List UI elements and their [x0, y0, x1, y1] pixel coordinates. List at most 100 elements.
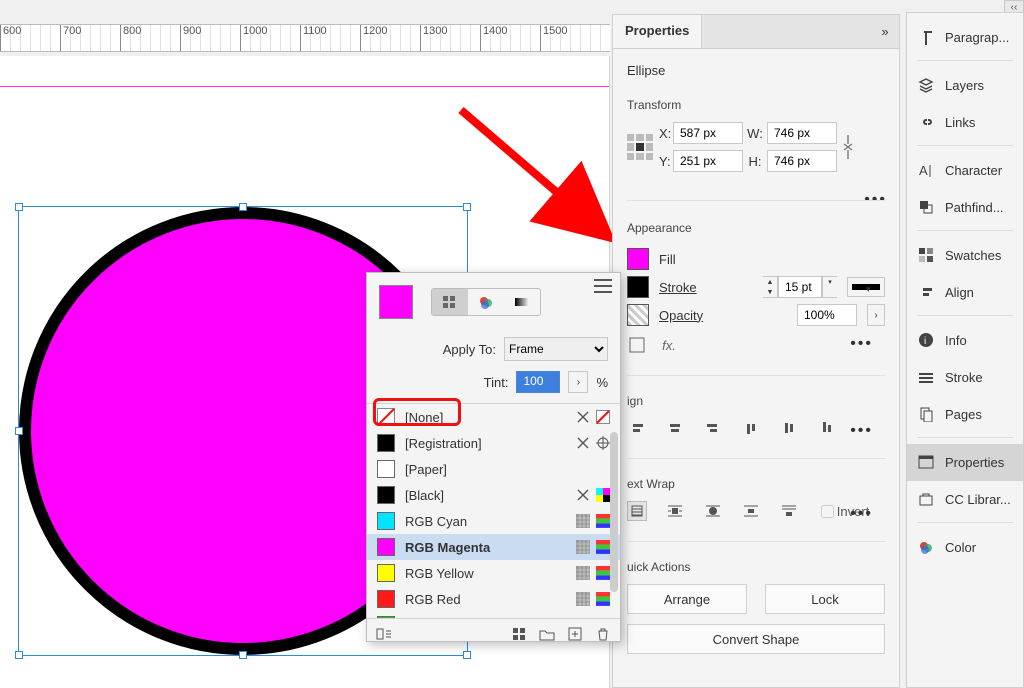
fill-swatch[interactable]	[627, 248, 649, 270]
opacity-stepper-icon[interactable]: ›	[867, 304, 885, 326]
wrap-bbox-icon[interactable]	[665, 501, 685, 521]
resize-handle[interactable]	[239, 203, 247, 211]
gradient-view-icon[interactable]	[504, 289, 540, 315]
opacity-input[interactable]	[797, 304, 857, 326]
divider	[917, 230, 1013, 231]
align-bottom-icon[interactable]	[817, 418, 837, 438]
swatch-row[interactable]: [None]	[367, 404, 620, 430]
align-right-icon[interactable]	[703, 418, 723, 438]
apply-to-select[interactable]: Frame	[504, 337, 608, 361]
new-folder-icon[interactable]	[538, 625, 556, 643]
swatch-list[interactable]: [None][Registration][Paper] [Black] RGB Cy…	[367, 403, 620, 619]
swatch-row[interactable]: [Registration]	[367, 430, 620, 456]
wrap-shape-icon[interactable]	[703, 501, 723, 521]
resize-handle[interactable]	[15, 427, 23, 435]
reference-point-grid[interactable]	[627, 134, 653, 160]
trash-icon[interactable]	[594, 625, 612, 643]
sidebar-item-paragrap-[interactable]: Paragrap...	[907, 19, 1023, 56]
swatch-meta-icon	[576, 540, 590, 554]
stroke-style-dropdown[interactable]: ▾	[847, 277, 885, 297]
links-icon	[917, 113, 935, 131]
swatch-row[interactable]: RGB Cyan	[367, 508, 620, 534]
opacity-swatch[interactable]	[627, 304, 649, 326]
swatch-options-icon[interactable]	[375, 625, 393, 643]
tint-input[interactable]: 100	[516, 371, 560, 393]
swatch-view-segmented[interactable]	[431, 288, 541, 316]
align-top-icon[interactable]	[741, 418, 761, 438]
lock-button[interactable]: Lock	[765, 584, 885, 614]
stroke-weight-input[interactable]	[778, 276, 822, 298]
properties-tab[interactable]: Properties	[613, 15, 702, 48]
stroke-label[interactable]: Stroke	[659, 280, 697, 295]
align-left-icon[interactable]	[627, 418, 647, 438]
sidebar-item-swatches[interactable]: Swatches	[907, 237, 1023, 274]
more-options-icon[interactable]: •••	[615, 335, 873, 355]
color-picker-icon[interactable]	[468, 289, 504, 315]
stroke-swatch[interactable]	[627, 276, 649, 298]
y-input[interactable]	[673, 150, 743, 172]
panel-menu-icon[interactable]	[594, 279, 612, 293]
new-color-group-icon[interactable]	[510, 625, 528, 643]
horizontal-ruler: 600 700 800 900 1000 1100 1200 1300 1400…	[0, 24, 610, 52]
jump-object-icon[interactable]	[741, 501, 761, 521]
resize-handle[interactable]	[15, 651, 23, 659]
more-options-icon[interactable]: •••	[850, 422, 873, 442]
sidebar-item-stroke[interactable]: Stroke	[907, 359, 1023, 396]
jump-column-icon[interactable]	[779, 501, 799, 521]
sidebar-item-info[interactable]: iInfo	[907, 322, 1023, 359]
no-wrap-icon[interactable]	[627, 501, 647, 521]
swatch-color-box	[377, 434, 395, 452]
sidebar-item-character[interactable]: ACharacter	[907, 152, 1023, 189]
swatch-row[interactable]: RGB Green	[367, 612, 620, 619]
stroke-icon	[917, 368, 935, 386]
tint-stepper-icon[interactable]: ›	[568, 371, 588, 393]
w-label: W:	[743, 126, 767, 141]
swatch-row[interactable]: [Black]	[367, 482, 620, 508]
x-input[interactable]	[673, 122, 743, 144]
sidebar-item-properties[interactable]: Properties	[907, 444, 1023, 481]
ruler-tick: 1200	[360, 25, 387, 51]
convert-shape-button[interactable]: Convert Shape	[627, 624, 885, 654]
new-swatch-icon[interactable]	[566, 625, 584, 643]
swatch-meta-icon	[576, 436, 590, 450]
resize-handle[interactable]	[463, 651, 471, 659]
ruler-tick: 800	[120, 25, 141, 51]
stroke-weight-stepper[interactable]: ▲▼ ▾	[763, 276, 837, 298]
sidebar-item-color[interactable]: Color	[907, 529, 1023, 566]
w-input[interactable]	[767, 122, 837, 144]
constrain-proportions-icon[interactable]	[838, 137, 858, 157]
sidebar-item-label: Paragrap...	[945, 30, 1009, 45]
sidebar-item-pages[interactable]: Pages	[907, 396, 1023, 433]
sidebar-item-links[interactable]: Links	[907, 104, 1023, 141]
h-input[interactable]	[767, 150, 837, 172]
sidebar-item-cc-librar-[interactable]: CC Librar...	[907, 481, 1023, 518]
align-hcenter-icon[interactable]	[665, 418, 685, 438]
swatch-row[interactable]: [Paper]	[367, 456, 620, 482]
sidebar-item-pathfind-[interactable]: Pathfind...	[907, 189, 1023, 226]
current-fill-swatch[interactable]	[379, 285, 413, 319]
swatch-label: [Black]	[405, 488, 566, 503]
panel-menu-icon[interactable]: »	[871, 15, 899, 48]
swatch-color-box	[377, 460, 395, 478]
align-vcenter-icon[interactable]	[779, 418, 799, 438]
arrange-button[interactable]: Arrange	[627, 584, 747, 614]
swatch-row[interactable]: RGB Red	[367, 586, 620, 612]
resize-handle[interactable]	[15, 203, 23, 211]
swatch-row[interactable]: RGB Magenta	[367, 534, 620, 560]
swatch-grid-view-icon[interactable]	[432, 289, 468, 315]
sidebar-item-layers[interactable]: Layers	[907, 67, 1023, 104]
ruler-tick: 700	[60, 25, 81, 51]
sidebar-item-label: Info	[945, 333, 967, 348]
opacity-label[interactable]: Opacity	[659, 308, 703, 323]
more-options-icon[interactable]: •••	[850, 505, 873, 525]
swatch-row[interactable]: RGB Yellow	[367, 560, 620, 586]
appearance-section-title: Appearance	[627, 221, 885, 235]
resize-handle[interactable]	[239, 651, 247, 659]
pages-icon	[917, 405, 935, 423]
divider	[917, 145, 1013, 146]
scrollbar[interactable]	[610, 432, 618, 592]
sidebar-item-label: CC Librar...	[945, 492, 1011, 507]
resize-handle[interactable]	[463, 203, 471, 211]
swatch-color-box	[377, 408, 395, 426]
sidebar-item-align[interactable]: Align	[907, 274, 1023, 311]
